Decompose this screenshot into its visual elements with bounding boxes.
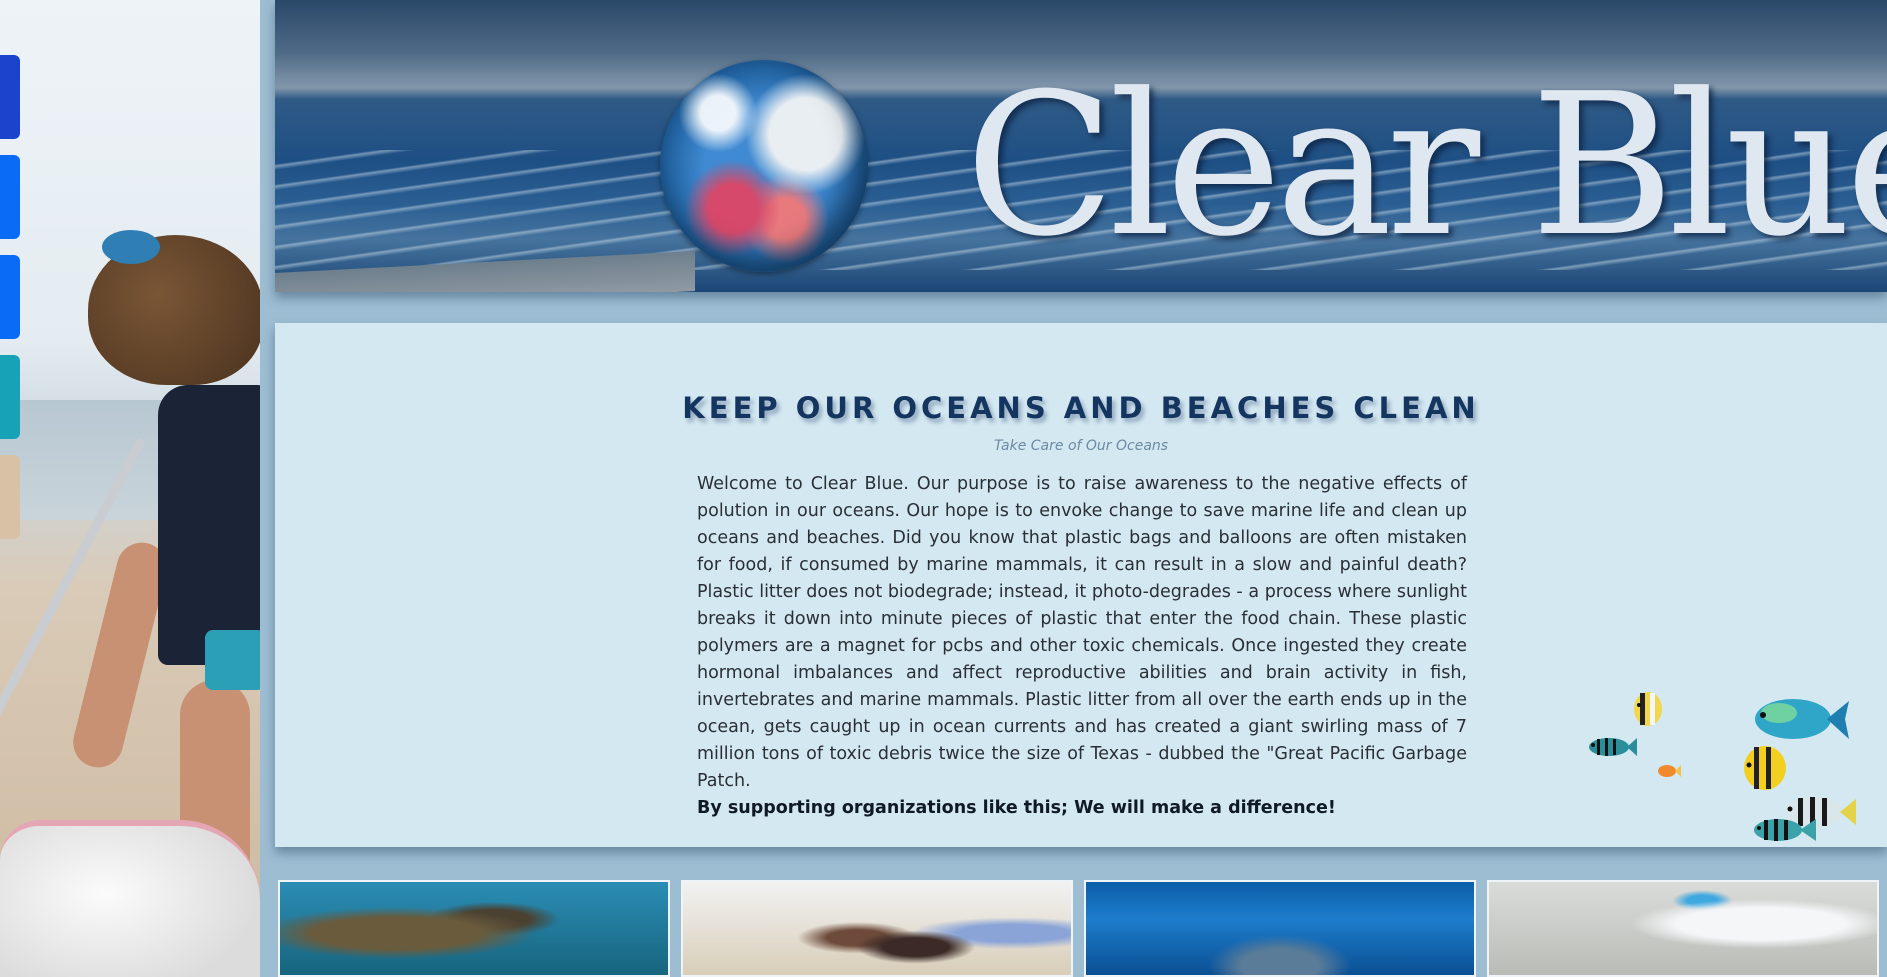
ocean-globe-logo xyxy=(660,60,868,272)
fish-icon xyxy=(1747,691,1849,749)
photo-girl-arm xyxy=(67,537,173,773)
beach-volunteers-thumbnail[interactable] xyxy=(681,880,1073,977)
fish-icon xyxy=(1585,735,1637,759)
page-subheadline: Take Care of Our Oceans xyxy=(993,438,1169,454)
fish-icon xyxy=(1630,689,1666,729)
sea-turtle-thumbnail[interactable] xyxy=(278,880,670,977)
nav-button-1[interactable] xyxy=(0,55,20,139)
photo-hair-bow xyxy=(102,230,160,264)
page-headline: KEEP OUR OCEANS AND BEACHES CLEAN xyxy=(682,391,1480,425)
intro-paragraph: Welcome to Clear Blue. Our purpose is to… xyxy=(697,474,1467,791)
photo-plastic-bag xyxy=(0,820,260,977)
photo-girl-body xyxy=(158,385,260,665)
underwater-diver-thumbnail[interactable] xyxy=(1084,880,1476,977)
fish-icon xyxy=(1750,815,1816,845)
content-panel: KEEP OUR OCEANS AND BEACHES CLEAN Take C… xyxy=(275,323,1887,847)
site-title: Clear Blue xyxy=(965,52,1887,280)
intro-text: Welcome to Clear Blue. Our purpose is to… xyxy=(697,471,1467,822)
image-gallery xyxy=(278,880,1884,977)
beach-cleanup-photo xyxy=(0,0,260,977)
call-to-action: By supporting organizations like this; W… xyxy=(697,798,1336,818)
plastic-debris-thumbnail[interactable] xyxy=(1487,880,1879,977)
nav-button-4[interactable] xyxy=(0,355,20,439)
nav-button-5[interactable] xyxy=(0,455,20,539)
header-banner: Clear Blue xyxy=(275,0,1887,292)
fish-icon xyxy=(1655,763,1681,779)
nav-button-2[interactable] xyxy=(0,155,20,239)
side-nav xyxy=(0,55,20,555)
fish-icon xyxy=(1740,743,1790,793)
nav-button-3[interactable] xyxy=(0,255,20,339)
photo-girl-shorts xyxy=(205,630,260,690)
